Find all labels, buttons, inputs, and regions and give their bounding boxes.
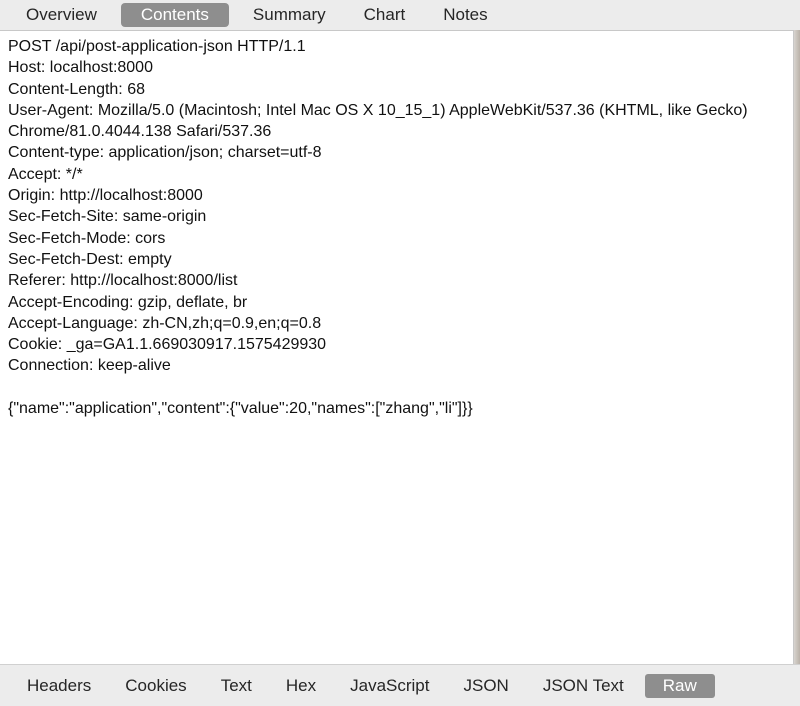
- tab-cookies[interactable]: Cookies: [112, 674, 199, 698]
- raw-request-text-view[interactable]: POST /api/post-application-json HTTP/1.1…: [0, 30, 794, 664]
- header-line-accept-language: Accept-Language: zh-CN,zh;q=0.9,en;q=0.8: [8, 314, 322, 332]
- tab-overview[interactable]: Overview: [12, 3, 111, 27]
- header-line-accept-encoding: Accept-Encoding: gzip, deflate, br: [8, 293, 248, 311]
- header-line-sec-fetch-dest: Sec-Fetch-Dest: empty: [8, 250, 172, 268]
- header-line-referer: Referer: http://localhost:8000/list: [8, 272, 238, 290]
- tab-chart[interactable]: Chart: [350, 3, 420, 27]
- header-line-sec-fetch-mode: Sec-Fetch-Mode: cors: [8, 229, 166, 247]
- header-line-accept: Accept: */*: [8, 165, 83, 183]
- tab-raw[interactable]: Raw: [644, 673, 715, 698]
- request-body-json: {"name":"application","content":{"value"…: [8, 399, 473, 417]
- header-line-user-agent: User-Agent: Mozilla/5.0 (Macintosh; Inte…: [8, 101, 753, 141]
- tab-json-text[interactable]: JSON Text: [530, 674, 637, 698]
- header-line-connection: Connection: keep-alive: [8, 357, 171, 375]
- header-line-sec-fetch-site: Sec-Fetch-Site: same-origin: [8, 208, 207, 226]
- header-line-origin: Origin: http://localhost:8000: [8, 187, 203, 205]
- request-line: POST /api/post-application-json HTTP/1.1: [8, 38, 306, 55]
- tab-text[interactable]: Text: [208, 674, 265, 698]
- tab-notes[interactable]: Notes: [429, 3, 501, 27]
- tab-headers[interactable]: Headers: [14, 674, 104, 698]
- header-line-host: Host: localhost:8000: [8, 59, 153, 77]
- tab-json[interactable]: JSON: [450, 674, 521, 698]
- tab-javascript[interactable]: JavaScript: [337, 674, 442, 698]
- header-line-cookie: Cookie: _ga=GA1.1.669030917.1575429930: [8, 336, 327, 354]
- bottom-tab-bar: Headers Cookies Text Hex JavaScript JSON…: [0, 664, 800, 706]
- tab-hex[interactable]: Hex: [273, 674, 329, 698]
- window-edge: [794, 30, 800, 664]
- tab-contents[interactable]: Contents: [120, 3, 229, 27]
- top-tab-bar: Overview Contents Summary Chart Notes: [0, 0, 800, 30]
- tab-summary[interactable]: Summary: [239, 3, 340, 27]
- request-inspector-window: Overview Contents Summary Chart Notes PO…: [0, 0, 800, 706]
- header-line-content-type: Content-type: application/json; charset=…: [8, 144, 322, 162]
- header-line-content-length: Content-Length: 68: [8, 80, 145, 98]
